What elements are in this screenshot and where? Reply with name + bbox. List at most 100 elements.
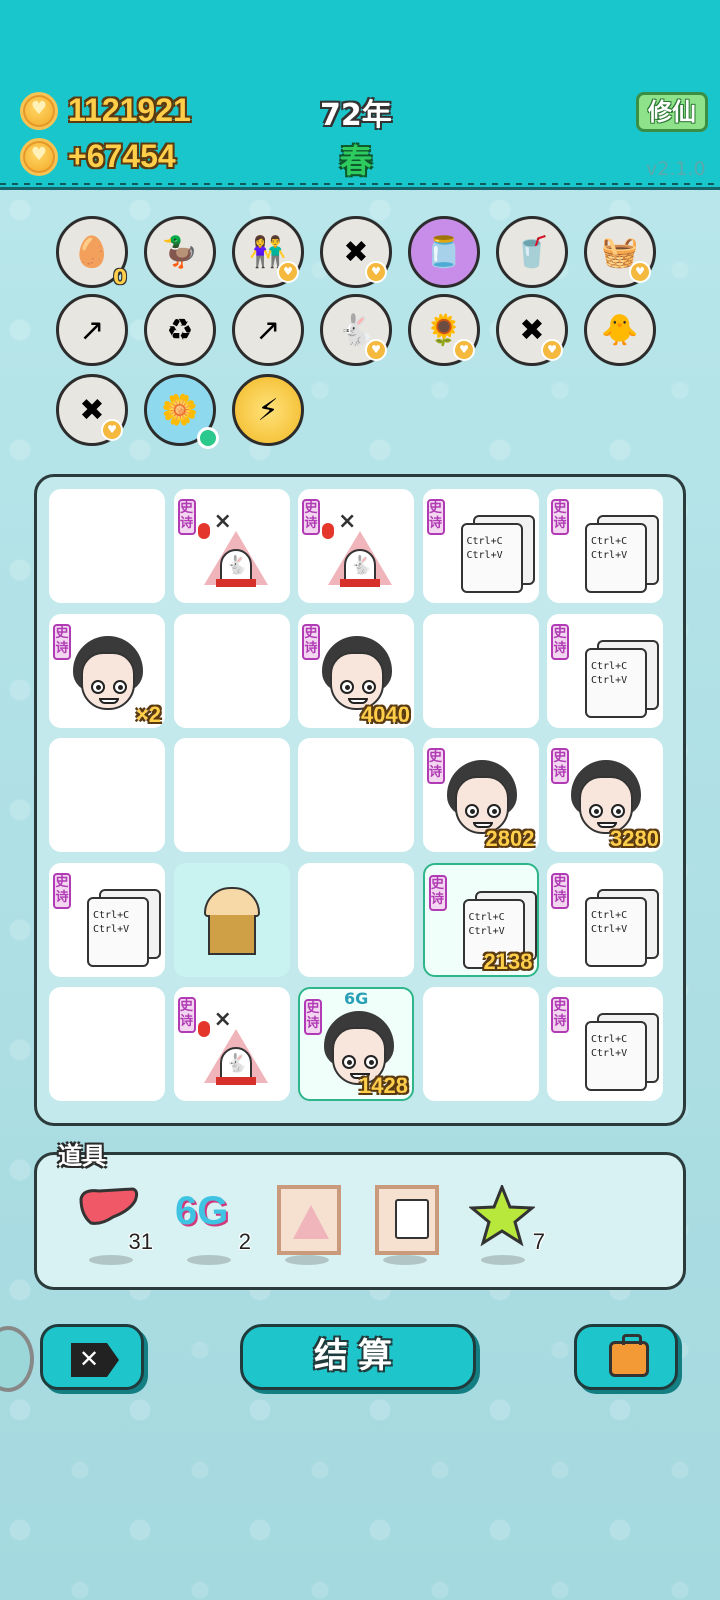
- board-cell[interactable]: 史诗 Ctrl+C Ctrl+V: [547, 613, 663, 728]
- items-panel: 31 6G 2 7: [34, 1152, 686, 1290]
- tent-shape: [293, 1205, 329, 1239]
- board-cell[interactable]: 史诗 4040: [298, 613, 414, 728]
- item-shadow: [481, 1255, 525, 1265]
- face-card-icon: [73, 635, 143, 712]
- inventory-button[interactable]: [574, 1324, 678, 1390]
- version-label: v2.1.0: [646, 158, 706, 180]
- relic-milk-tea-icon[interactable]: 🥤: [496, 216, 568, 288]
- relic-rabbit-icon[interactable]: 🐇 ♥: [320, 294, 392, 366]
- relic-chick-egg-icon[interactable]: 🐥: [584, 294, 656, 366]
- relic-skip-tag-icon[interactable]: ✖ ♥: [56, 374, 128, 446]
- relic-sunflower-icon[interactable]: 🌻 ♥: [408, 294, 480, 366]
- xiuxian-button[interactable]: 修仙: [636, 92, 708, 132]
- tent-sign: [215, 1077, 256, 1085]
- relic-egg-tray-icon[interactable]: 🥚 0: [56, 216, 128, 289]
- coin-income: +67454: [68, 138, 176, 174]
- board-cell[interactable]: 史诗 ×: [173, 489, 290, 603]
- cell-value: 2138: [483, 948, 533, 974]
- skip-tag-icon: ✖: [343, 234, 369, 270]
- item-count: 31: [128, 1229, 153, 1254]
- epic-tag: 史诗: [302, 499, 320, 535]
- heart-badge-icon: ♥: [277, 261, 299, 283]
- eye: [611, 804, 625, 818]
- board-cell[interactable]: 史诗 ×: [173, 987, 290, 1101]
- epic-tag: 史诗: [53, 872, 71, 909]
- relic-potted-flower-icon[interactable]: 🌼: [144, 374, 219, 449]
- liver-item[interactable]: 31: [77, 1185, 153, 1265]
- settle-button[interactable]: 结算: [240, 1324, 476, 1390]
- skip-button[interactable]: ✕: [40, 1324, 144, 1390]
- board-cell[interactable]: [49, 738, 165, 852]
- board-cell[interactable]: 史诗 Ctrl+C Ctrl+V: [49, 862, 165, 977]
- paper-card-item[interactable]: [371, 1185, 441, 1265]
- copy-paste-text: Ctrl+C Ctrl+V: [591, 536, 628, 561]
- relic-lightning-icon[interactable]: ⚡: [232, 374, 304, 446]
- cell-value: 1428: [359, 1073, 408, 1098]
- epic-tag: 史诗: [426, 748, 445, 784]
- board-cell[interactable]: [173, 613, 290, 728]
- board-cell[interactable]: 史诗 Ctrl+C Ctrl+V: [547, 489, 663, 603]
- relic-jar-icon[interactable]: 🫙: [408, 216, 480, 288]
- item-shadow: [89, 1255, 133, 1265]
- board-cell[interactable]: 史诗 Ctrl+C Ctrl+V: [547, 987, 663, 1101]
- board-cell[interactable]: 史诗 ×2: [49, 613, 165, 728]
- tent-sign: [215, 579, 256, 587]
- board-cell[interactable]: [49, 489, 165, 603]
- relic-skip-tag-icon[interactable]: ✖ ♥: [496, 294, 568, 366]
- epic-tag: 史诗: [177, 499, 196, 535]
- relic-recycle-bag-icon[interactable]: ♻: [144, 294, 216, 366]
- relic-upgrade-arrow-icon[interactable]: ↗: [232, 294, 304, 366]
- board-cell[interactable]: 史诗 Ctrl+C Ctrl+V 2138: [422, 862, 539, 977]
- epic-tag: 史诗: [551, 872, 569, 909]
- eye: [362, 679, 376, 694]
- relic-count: 0: [113, 265, 127, 289]
- skip-tag-icon: ✖: [79, 392, 105, 428]
- liver-icon: [79, 1187, 139, 1225]
- board-cell[interactable]: 史诗 2802: [422, 738, 539, 852]
- paper-shape: [395, 1199, 429, 1239]
- tent-card-item[interactable]: [273, 1185, 343, 1265]
- cell-value: ×2: [135, 701, 161, 727]
- board-cell[interactable]: 史诗 3280: [547, 738, 663, 852]
- coin-icon: [20, 138, 58, 176]
- heart-badge-icon: ♥: [101, 419, 123, 441]
- board-cell[interactable]: [173, 738, 290, 852]
- item-shadow: [383, 1255, 427, 1265]
- 6g-icon: 6G: [175, 1189, 229, 1233]
- relic-couple-icon[interactable]: 👫 ♥: [232, 216, 304, 288]
- board-cell[interactable]: [422, 987, 539, 1101]
- board-cell[interactable]: 史诗 ×: [298, 489, 414, 603]
- eye: [364, 1055, 378, 1069]
- relic-skip-tag-icon[interactable]: ✖ ♥: [320, 216, 392, 288]
- board-cell[interactable]: [298, 738, 414, 852]
- cell-value: 3280: [610, 826, 659, 851]
- tent-door: [219, 549, 252, 583]
- board-cell[interactable]: [49, 987, 165, 1101]
- eye: [113, 679, 127, 694]
- board-cell[interactable]: [173, 862, 290, 977]
- 6g-item[interactable]: 6G 2: [175, 1185, 251, 1265]
- paper-card-icon: [375, 1185, 439, 1255]
- year-label: 72年: [320, 98, 392, 133]
- board-cell[interactable]: 史诗 Ctrl+C Ctrl+V: [547, 862, 663, 977]
- board-cell[interactable]: 史诗 6G 1428: [298, 987, 414, 1101]
- item-shadow: [187, 1255, 231, 1265]
- star-item[interactable]: 7: [468, 1182, 545, 1265]
- board-cell[interactable]: [422, 613, 539, 728]
- tent-card-icon: [277, 1185, 341, 1255]
- relic-upgrade-arrow-icon[interactable]: ↗: [56, 294, 128, 366]
- board-cell[interactable]: 史诗 Ctrl+C Ctrl+V: [422, 489, 539, 603]
- tent-card-icon: ×: [197, 509, 268, 587]
- relic-duck-pot-icon[interactable]: 🦆: [144, 216, 216, 288]
- copy-paste-text: Ctrl+C Ctrl+V: [466, 536, 503, 561]
- season-label: 春: [340, 142, 373, 180]
- status-dot: [197, 427, 219, 449]
- cell-label: 6G: [344, 989, 369, 1008]
- star-icon: [468, 1182, 536, 1247]
- epic-tag: 史诗: [428, 874, 447, 911]
- board-cell[interactable]: [298, 862, 414, 977]
- eye: [464, 804, 479, 818]
- coin-icon: [20, 92, 58, 130]
- tent-card-icon: ×: [322, 509, 392, 587]
- relic-fruit-basket-icon[interactable]: 🧺 ♥: [584, 216, 656, 288]
